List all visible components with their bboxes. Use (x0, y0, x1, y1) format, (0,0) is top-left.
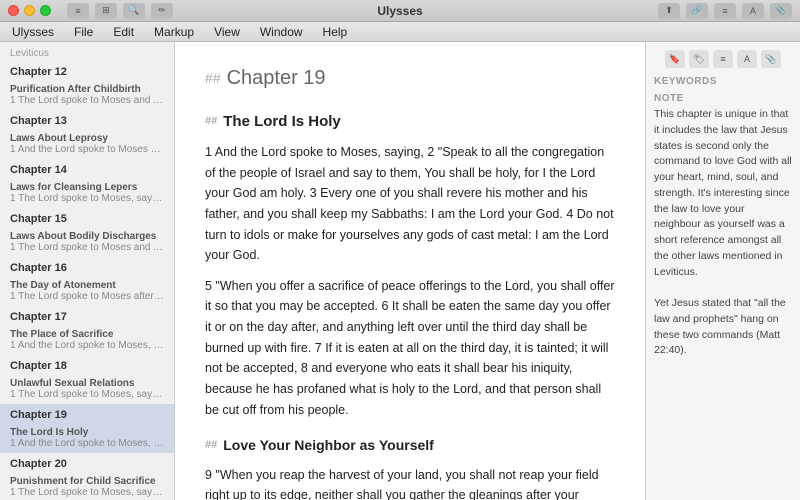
maximize-button[interactable] (40, 5, 51, 16)
sidebar-item-ch13[interactable]: Chapter 13 (0, 110, 174, 128)
title-bar-tools: ≡ ⊞ 🔍 ✏ (67, 3, 173, 19)
app-title: Ulysses (377, 4, 422, 18)
bookmark-icon[interactable]: 🔖 (665, 50, 685, 68)
keywords-label: Keywords (654, 76, 792, 87)
sidebar-item-child[interactable]: Punishment for Child Sacrifice 1 The Lor… (0, 471, 174, 500)
menu-bar: Ulysses File Edit Markup View Window Hel… (0, 22, 800, 42)
sidebar-item-purification[interactable]: Purification After Childbirth 1 The Lord… (0, 79, 174, 110)
heading-1-icon: ## (205, 113, 217, 131)
sidebar-subtitle: Laws About Leprosy (10, 133, 164, 144)
sidebar-subtitle: Laws About Bodily Discharges (10, 231, 164, 242)
sidebar-item-ch17[interactable]: Chapter 17 (0, 306, 174, 324)
menu-help[interactable]: Help (319, 25, 352, 39)
sidebar-item-ch14[interactable]: Chapter 14 (0, 159, 174, 177)
view-toggle-icon[interactable]: ⊞ (95, 3, 117, 19)
body-paragraph-1[interactable]: 1 And the Lord spoke to Moses, saying, 2… (205, 142, 615, 266)
menu-markup[interactable]: Markup (150, 25, 198, 39)
sidebar: Leviticus Chapter 12 Purification After … (0, 42, 175, 500)
title-bar: ≡ ⊞ 🔍 ✏ Ulysses ⬆ 🔗 ≡ A 📎 (0, 0, 800, 22)
body-paragraph-2[interactable]: 5 "When you offer a sacrifice of peace o… (205, 276, 615, 420)
sidebar-subtitle: The Day of Atonement (10, 280, 164, 291)
sidebar-excerpt: 1 The Lord spoke to Moses, saying, 2 "Sa… (10, 487, 164, 498)
more-icon[interactable]: ≡ (714, 3, 736, 19)
sidebar-excerpt: 1 The Lord spoke to Moses and Aaron, sa.… (10, 95, 164, 106)
sidebar-subtitle: Purification After Childbirth (10, 84, 164, 95)
note-label: Note (654, 93, 792, 104)
sidebar-excerpt: 1 The Lord spoke to Moses, saying, 2 "Th… (10, 193, 164, 204)
sidebar-excerpt: 1 The Lord spoke to Moses and Aaron, sa.… (10, 242, 164, 253)
sidebar-item-atonement[interactable]: The Day of Atonement 1 The Lord spoke to… (0, 275, 174, 306)
sidebar-subtitle: Punishment for Child Sacrifice (10, 476, 164, 487)
sidebar-item-place[interactable]: The Place of Sacrifice 1 And the Lord sp… (0, 324, 174, 355)
sidebar-subtitle: The Lord Is Holy (10, 427, 164, 438)
sidebar-item-ch12[interactable]: Chapter 12 (0, 61, 174, 79)
chapter-title: ## Chapter 19 (205, 62, 615, 94)
sidebar-item-ch16[interactable]: Chapter 16 (0, 257, 174, 275)
section-heading-2: ## Love Your Neighbor as Yourself (205, 434, 615, 456)
sidebar-subtitle: The Place of Sacrifice (10, 329, 164, 340)
title-bar-right-tools: ⬆ 🔗 ≡ A 📎 (658, 3, 792, 19)
search-icon[interactable]: 🔍 (123, 3, 145, 19)
sidebar-item-leprosy[interactable]: Laws About Leprosy 1 And the Lord spoke … (0, 128, 174, 159)
note-text[interactable]: This chapter is unique in that it includ… (654, 107, 792, 359)
heading-2-icon: ## (205, 437, 217, 455)
body-paragraph-3[interactable]: 9 "When you reap the harvest of your lan… (205, 465, 615, 500)
font-icon[interactable]: A (737, 50, 757, 68)
tag-icon[interactable]: 🏷 (689, 50, 709, 68)
sidebar-item-ch20[interactable]: Chapter 20 (0, 453, 174, 471)
minimize-button[interactable] (24, 5, 35, 16)
sidebar-item-ch19[interactable]: Chapter 19 (0, 404, 174, 422)
sidebar-subtitle: Laws for Cleansing Lepers (10, 182, 164, 193)
right-panel: 🔖 🏷 ≡ A 📎 Keywords Note This chapter is … (645, 42, 800, 500)
sidebar-item-bodily[interactable]: Laws About Bodily Discharges 1 The Lord … (0, 226, 174, 257)
sidebar-excerpt: 1 And the Lord spoke to Moses, saying, 2… (10, 340, 164, 351)
sidebar-item-sexual[interactable]: Unlawful Sexual Relations 1 The Lord spo… (0, 373, 174, 404)
sidebar-item-ch15[interactable]: Chapter 15 (0, 208, 174, 226)
sidebar-item-holy[interactable]: The Lord Is Holy 1 And the Lord spoke to… (0, 422, 174, 453)
sidebar-excerpt: 1 And the Lord spoke to Moses and Aaron,… (10, 144, 164, 155)
attach-icon[interactable]: 📎 (770, 3, 792, 19)
export-icon[interactable]: ⬆ (658, 3, 680, 19)
sidebar-excerpt: 1 And the Lord spoke to Moses, saying, 2… (10, 438, 164, 449)
section-heading-1: ## The Lord Is Holy (205, 110, 615, 134)
menu-ulysses[interactable]: Ulysses (8, 25, 58, 39)
menu-edit[interactable]: Edit (109, 25, 138, 39)
chapter-title-icon: ## (205, 67, 221, 89)
list-icon[interactable]: ≡ (713, 50, 733, 68)
attachment-icon[interactable]: 📎 (761, 50, 781, 68)
app-body: Leviticus Chapter 12 Purification After … (0, 42, 800, 500)
sidebar-header: Leviticus (0, 42, 174, 61)
menu-window[interactable]: Window (256, 25, 307, 39)
menu-view[interactable]: View (210, 25, 244, 39)
sidebar-excerpt: 1 The Lord spoke to Moses after the deat… (10, 291, 164, 302)
sidebar-excerpt: 1 The Lord spoke to Moses, saying, 2... (10, 389, 164, 400)
menu-file[interactable]: File (70, 25, 97, 39)
right-panel-toolbar: 🔖 🏷 ≡ A 📎 (654, 50, 792, 68)
font-size-icon[interactable]: A (742, 3, 764, 19)
main-content[interactable]: ## Chapter 19 ## The Lord Is Holy 1 And … (175, 42, 645, 500)
traffic-lights (8, 5, 51, 16)
sidebar-item-cleansing[interactable]: Laws for Cleansing Lepers 1 The Lord spo… (0, 177, 174, 208)
link-icon[interactable]: 🔗 (686, 3, 708, 19)
close-button[interactable] (8, 5, 19, 16)
sidebar-toggle-icon[interactable]: ≡ (67, 3, 89, 19)
sidebar-item-ch18[interactable]: Chapter 18 (0, 355, 174, 373)
sidebar-subtitle: Unlawful Sexual Relations (10, 378, 164, 389)
edit-icon[interactable]: ✏ (151, 3, 173, 19)
